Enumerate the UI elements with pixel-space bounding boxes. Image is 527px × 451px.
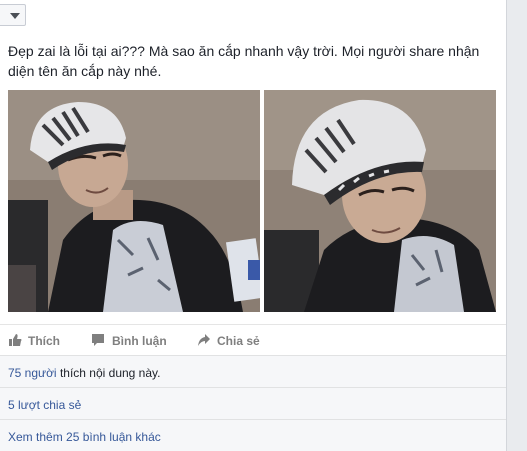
post-options-button[interactable]: [0, 4, 26, 26]
page-scroll-area[interactable]: [507, 0, 527, 451]
share-button[interactable]: Chia sẻ: [197, 332, 267, 350]
post-action-bar: Thích Bình luận Chia sẻ: [0, 324, 506, 355]
suspect-photo-left: [8, 90, 260, 312]
shares-summary-row: 5 lượt chia sẻ: [0, 387, 506, 419]
post-text: Đẹp zai là lỗi tại ai??? Mà sao ăn cắp n…: [8, 43, 480, 79]
comment-button[interactable]: Bình luận: [91, 332, 171, 350]
comment-label: Bình luận: [112, 334, 167, 348]
like-button[interactable]: Thích: [8, 332, 68, 350]
likes-count-link[interactable]: 75 người: [8, 366, 57, 380]
likes-summary-row: 75 người thích nội dung này.: [0, 355, 506, 387]
chevron-down-icon: [10, 13, 20, 19]
thumbs-up-icon: [9, 334, 22, 346]
speech-bubble-icon: [92, 334, 104, 346]
likes-summary-text: thích nội dung này.: [56, 366, 161, 380]
like-label: Thích: [28, 334, 60, 348]
post-photo-left[interactable]: [8, 90, 260, 312]
suspect-photo-right: [264, 90, 496, 312]
share-arrow-icon: [198, 334, 210, 346]
likes-summary: 75 người thích nội dung này.: [8, 366, 160, 380]
post-photo-right[interactable]: [264, 90, 496, 312]
share-label: Chia sẻ: [217, 334, 260, 348]
view-more-comments-link[interactable]: Xem thêm 25 bình luận khác: [8, 430, 161, 444]
shares-count-link[interactable]: 5 lượt chia sẻ: [8, 398, 81, 412]
comments-summary-row: Xem thêm 25 bình luận khác: [0, 419, 506, 451]
post-card: Đẹp zai là lỗi tại ai??? Mà sao ăn cắp n…: [0, 0, 507, 451]
